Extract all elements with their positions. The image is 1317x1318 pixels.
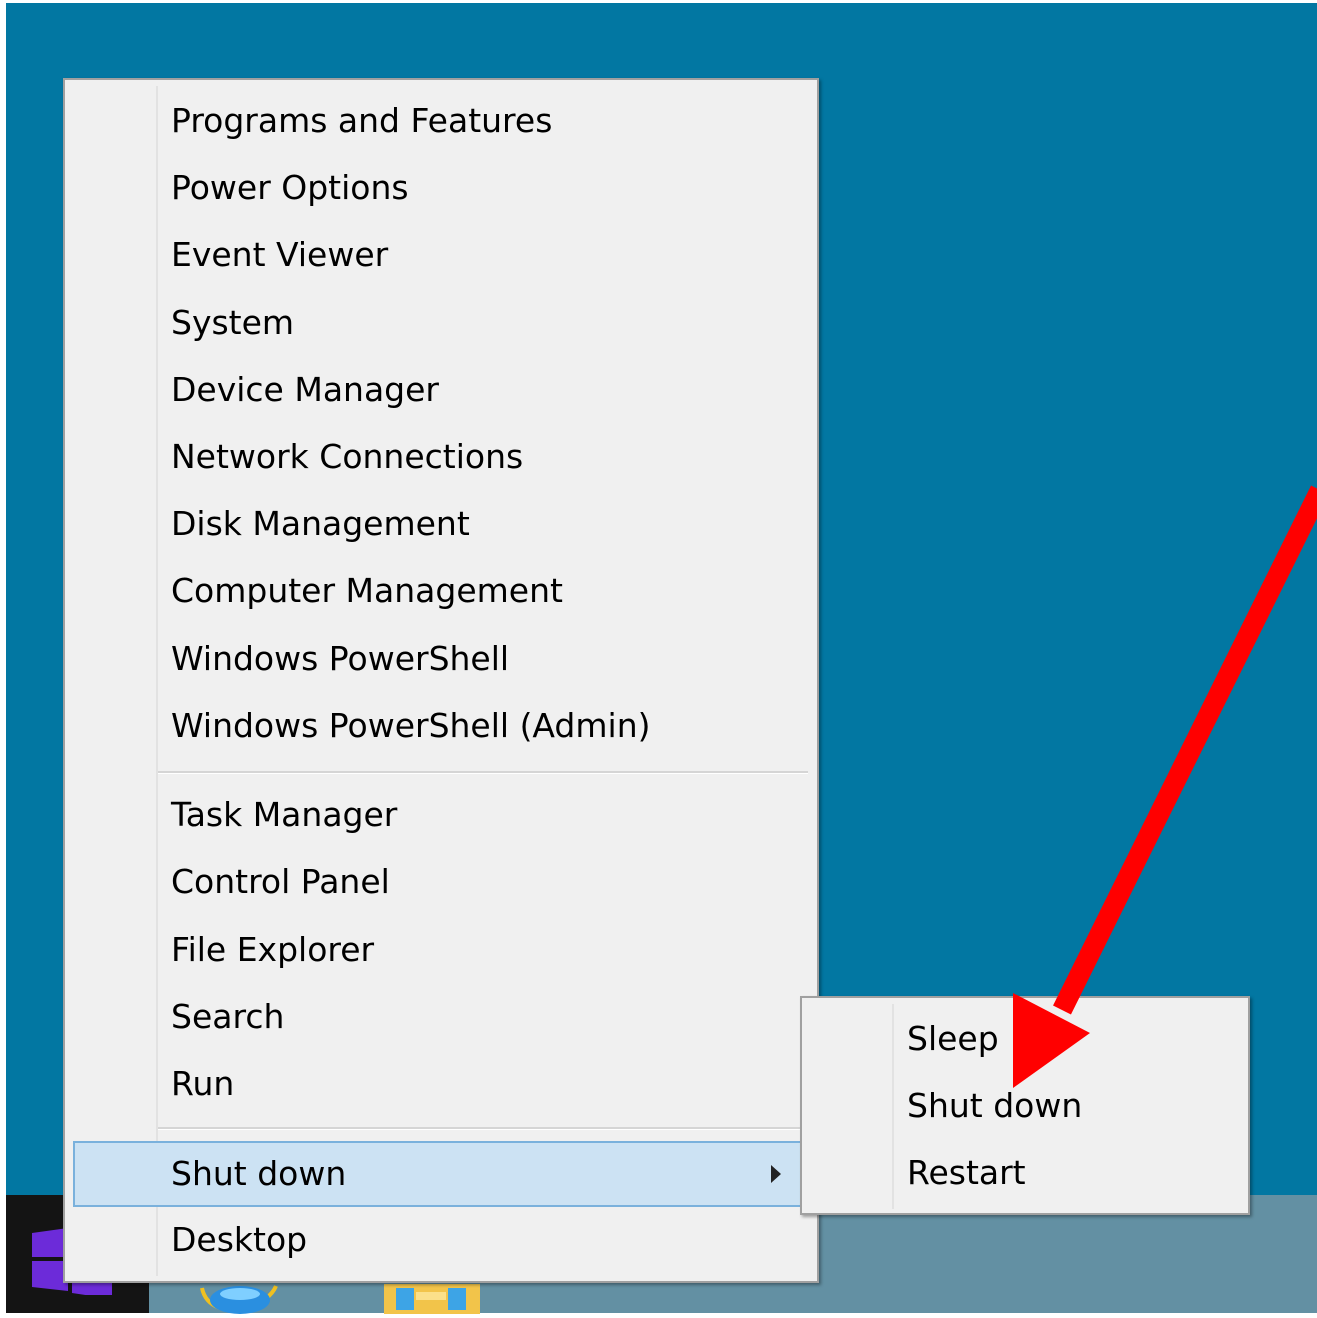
menu-item-power-options[interactable]: Power Options [65, 155, 817, 221]
menu-item-device-manager[interactable]: Device Manager [65, 357, 817, 423]
menu-item-label: Shut down [171, 1154, 347, 1193]
menu-item-label: Power Options [171, 168, 409, 207]
submenu-arrow-icon [771, 1165, 781, 1183]
menu-item-network-connections[interactable]: Network Connections [65, 424, 817, 490]
menu-item-label: Computer Management [171, 571, 563, 610]
menu-separator [158, 771, 808, 774]
submenu-item-sleep[interactable]: Sleep [802, 1006, 1248, 1072]
menu-item-windows-powershell-admin[interactable]: Windows PowerShell (Admin) [65, 693, 817, 759]
menu-item-file-explorer[interactable]: File Explorer [65, 917, 817, 983]
menu-item-programs-and-features[interactable]: Programs and Features [65, 88, 817, 154]
menu-item-control-panel[interactable]: Control Panel [65, 849, 817, 915]
quick-link-menu: Programs and Features Power Options Even… [63, 78, 819, 1283]
menu-item-label: Search [171, 997, 285, 1036]
menu-item-system[interactable]: System [65, 290, 817, 356]
menu-item-label: System [171, 303, 295, 342]
menu-item-computer-management[interactable]: Computer Management [65, 558, 817, 624]
menu-item-disk-management[interactable]: Disk Management [65, 491, 817, 557]
menu-item-label: Windows PowerShell [171, 639, 510, 678]
menu-item-shut-down[interactable]: Shut down [73, 1141, 803, 1207]
internet-explorer-icon[interactable] [198, 1278, 280, 1318]
menu-item-label: Run [171, 1064, 235, 1103]
menu-item-label: Programs and Features [171, 101, 553, 140]
menu-item-event-viewer[interactable]: Event Viewer [65, 222, 817, 288]
menu-item-label: Device Manager [171, 370, 439, 409]
file-explorer-icon[interactable] [382, 1278, 482, 1318]
menu-item-label: Disk Management [171, 504, 470, 543]
menu-item-task-manager[interactable]: Task Manager [65, 782, 817, 848]
menu-item-search[interactable]: Search [65, 984, 817, 1050]
shut-down-submenu: Sleep Shut down Restart [800, 996, 1250, 1215]
menu-item-run[interactable]: Run [65, 1051, 817, 1117]
menu-item-label: Network Connections [171, 437, 524, 476]
submenu-item-label: Shut down [907, 1086, 1083, 1125]
menu-item-label: Event Viewer [171, 235, 389, 274]
menu-item-label: Task Manager [171, 795, 398, 834]
menu-item-desktop[interactable]: Desktop [65, 1207, 817, 1273]
menu-item-label: File Explorer [171, 930, 375, 969]
submenu-item-shut-down[interactable]: Shut down [802, 1073, 1248, 1139]
menu-item-label: Desktop [171, 1220, 308, 1259]
menu-item-label: Control Panel [171, 862, 390, 901]
submenu-item-label: Sleep [907, 1019, 999, 1058]
menu-item-label: Windows PowerShell (Admin) [171, 706, 651, 745]
menu-item-windows-powershell[interactable]: Windows PowerShell [65, 626, 817, 692]
submenu-item-restart[interactable]: Restart [802, 1140, 1248, 1206]
menu-separator [158, 1127, 808, 1130]
submenu-item-label: Restart [907, 1153, 1026, 1192]
